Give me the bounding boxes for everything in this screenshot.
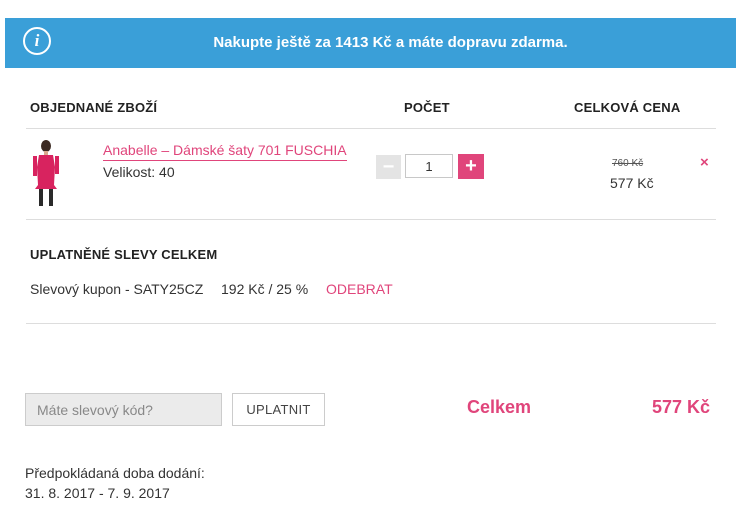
original-price: 760 Kč xyxy=(612,158,644,169)
total-label: Celkem xyxy=(467,397,532,417)
discounts-divider xyxy=(26,323,716,324)
remove-coupon-link[interactable]: ODEBRAT xyxy=(326,281,393,297)
column-header-total: CELKOVÁ CENA xyxy=(574,100,681,115)
coupon-label: Slevový kupon - SATY25CZ xyxy=(30,281,204,297)
item-divider xyxy=(26,219,716,220)
free-shipping-banner: i Nakupte ještě za 1413 Kč a máte doprav… xyxy=(5,18,736,68)
banner-text: Nakupte ještě za 1413 Kč a máte dopravu … xyxy=(213,34,568,51)
delivery-estimate-range: 31. 8. 2017 - 7. 9. 2017 xyxy=(25,485,170,501)
coupon-code-input[interactable] xyxy=(25,393,222,426)
quantity-increase-button[interactable]: + xyxy=(458,154,484,179)
discounts-title: UPLATNĚNÉ SLEVY CELKEM xyxy=(30,247,218,262)
quantity-decrease-button[interactable]: − xyxy=(376,155,401,179)
current-price: 577 Kč xyxy=(610,175,654,191)
quantity-input[interactable] xyxy=(405,154,453,178)
remove-item-icon[interactable]: × xyxy=(700,154,709,171)
total-value: 577 Kč xyxy=(652,397,711,417)
column-header-quantity: POČET xyxy=(404,100,450,115)
coupon-value: 192 Kč / 25 % xyxy=(221,281,309,297)
header-divider xyxy=(26,128,716,129)
product-size: Velikost: 40 xyxy=(103,164,175,180)
product-name-link[interactable]: Anabelle – Dámské šaty 701 FUSCHIA xyxy=(103,142,347,161)
product-image[interactable] xyxy=(27,137,65,209)
column-header-product: OBJEDNANÉ ZBOŽÍ xyxy=(30,100,158,115)
delivery-estimate-label: Předpokládaná doba dodání: xyxy=(25,465,205,481)
apply-coupon-button[interactable]: UPLATNIT xyxy=(232,393,325,426)
